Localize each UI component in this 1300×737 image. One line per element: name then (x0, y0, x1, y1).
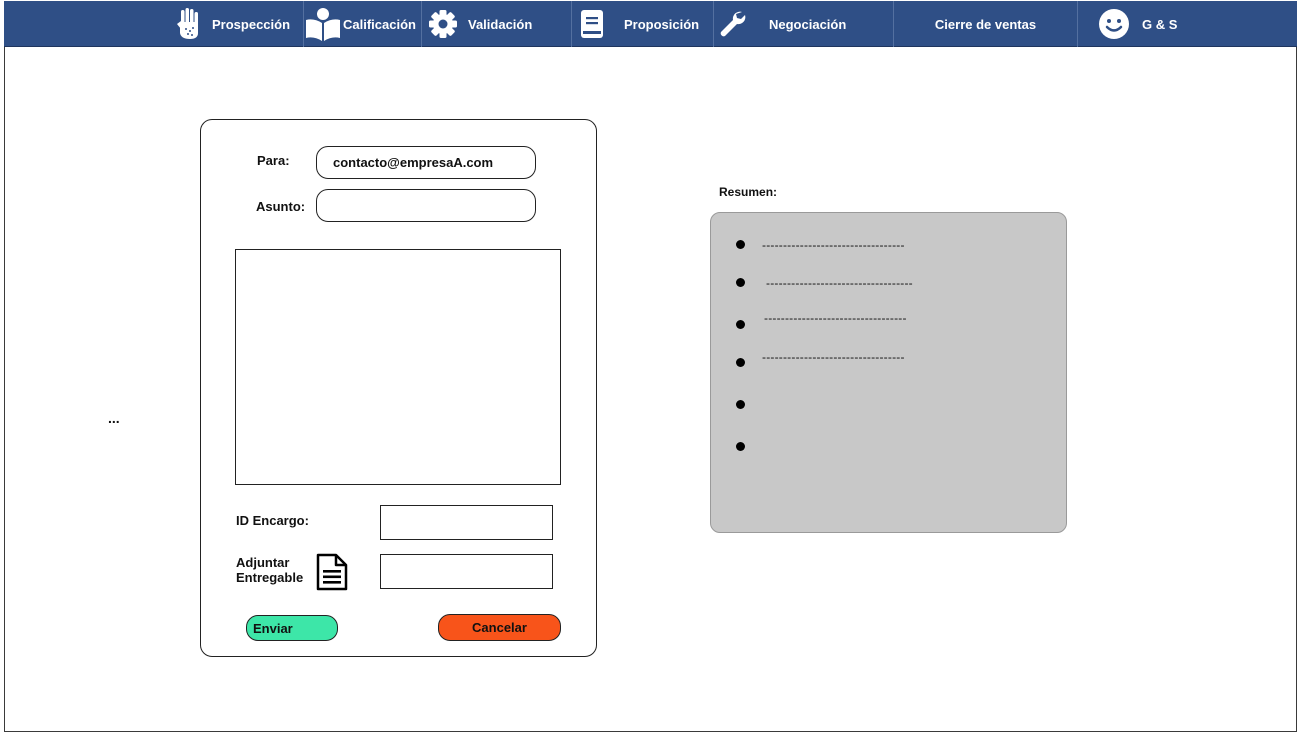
top-nav: Prospección Calificación Validación Prop… (4, 1, 1297, 47)
smiley-icon (1098, 8, 1130, 40)
summary-bullet (736, 358, 745, 367)
nav-label: Prospección (212, 16, 291, 32)
attachment-input[interactable] (380, 554, 553, 589)
summary-bullet (736, 442, 745, 451)
document-icon (580, 9, 604, 39)
nav-label: Cierre de ventas (934, 16, 1037, 32)
nav-label: Validación (468, 16, 533, 32)
summary-item: ---------------------------------- (764, 311, 907, 325)
nav-item-cierre-de-ventas[interactable]: Cierre de ventas (894, 1, 1078, 47)
message-body-textarea[interactable] (235, 249, 561, 485)
subject-label: Asunto: (256, 199, 306, 214)
nav-item-validacion[interactable]: Validación (422, 1, 572, 47)
gear-icon (428, 9, 458, 39)
order-id-label: ID Encargo: (236, 513, 309, 528)
summary-item: ---------------------------------- (762, 238, 905, 252)
hand-icon (175, 7, 205, 41)
summary-bullet (736, 400, 745, 409)
attach-document-icon[interactable] (316, 553, 348, 596)
summary-panel (710, 212, 1067, 533)
summary-bullet (736, 320, 745, 329)
order-id-input[interactable] (380, 505, 553, 540)
attach-label-line1: Adjuntar (236, 555, 290, 570)
nav-item-negociacion[interactable]: Negociación (714, 1, 894, 47)
nav-item-prospeccion[interactable]: Prospección (169, 1, 304, 47)
nav-label: Proposición (624, 16, 700, 32)
nav-item-gs[interactable]: G & S (1078, 1, 1297, 47)
subject-field[interactable] (316, 189, 536, 222)
to-field[interactable]: contacto@empresaA.com (316, 146, 536, 179)
nav-item-calificacion[interactable]: Calificación (304, 1, 422, 47)
summary-item: ---------------------------------- (762, 350, 905, 364)
summary-title: Resumen: (719, 185, 778, 199)
attach-label-line2: Entregable (236, 570, 304, 585)
book-reader-icon (304, 6, 342, 42)
cancel-button[interactable]: Cancelar (438, 614, 561, 641)
to-field-value: contacto@empresaA.com (333, 155, 494, 170)
to-label: Para: (257, 153, 290, 168)
wrench-icon (718, 10, 746, 38)
send-button-label: Enviar (253, 620, 293, 636)
summary-bullet (736, 240, 745, 249)
app-frame (4, 1, 1297, 732)
summary-item: ----------------------------------- (766, 276, 913, 290)
cancel-button-label: Cancelar (472, 620, 527, 635)
summary-bullet (736, 278, 745, 287)
send-button[interactable]: Enviar (246, 615, 338, 641)
nav-label: Calificación (343, 16, 416, 32)
ellipsis-text: ... (108, 410, 120, 426)
nav-item-proposicion[interactable]: Proposición (572, 1, 714, 47)
nav-label: Negociación (769, 16, 847, 32)
nav-label: G & S (1142, 16, 1178, 32)
